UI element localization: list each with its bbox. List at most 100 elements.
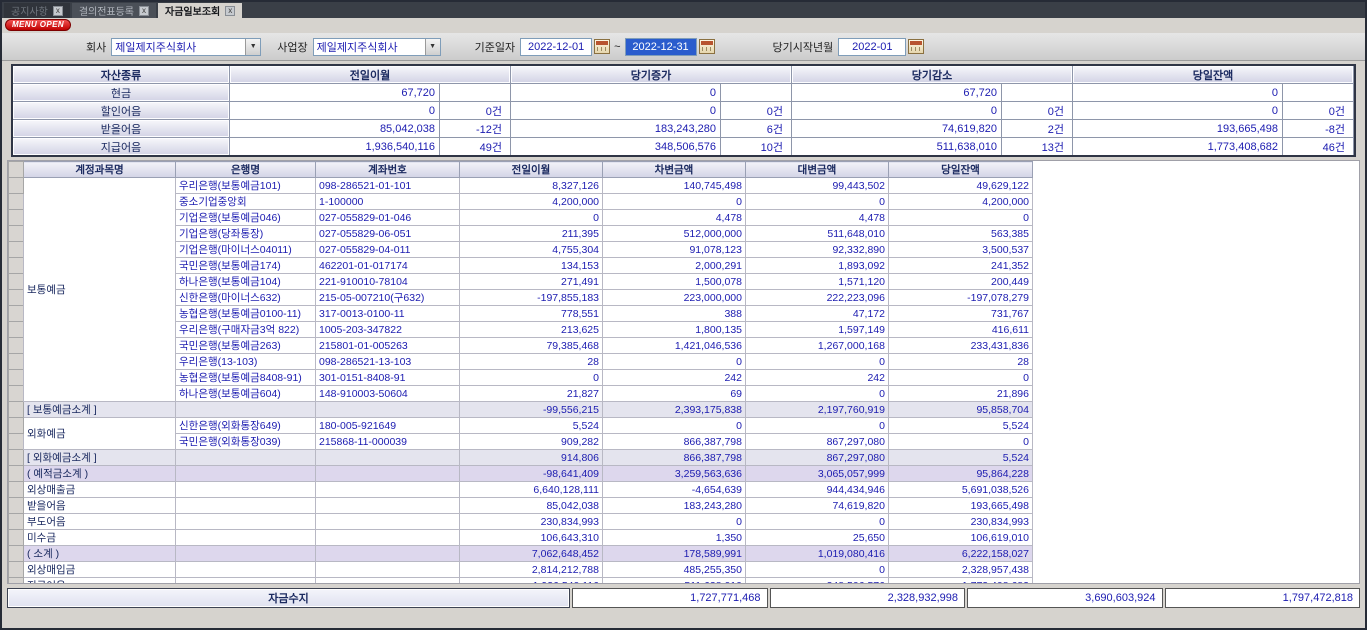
amount-cell[interactable]: 91,078,123: [603, 242, 746, 258]
amount-cell[interactable]: 5,691,038,526: [889, 482, 1033, 498]
account-no-cell[interactable]: 215-05-007210(구632): [316, 290, 460, 306]
amount-cell[interactable]: 213,625: [460, 322, 603, 338]
base-date-from-input[interactable]: [520, 38, 592, 56]
account-no-cell[interactable]: 215868-11-000039: [316, 434, 460, 450]
amount-cell[interactable]: 193,665,498: [889, 498, 1033, 514]
amount-cell[interactable]: 0: [889, 434, 1033, 450]
summary-row-label[interactable]: 현금: [13, 84, 229, 101]
amount-cell[interactable]: -98,641,409: [460, 466, 603, 482]
amount-cell[interactable]: 69: [603, 386, 746, 402]
amount-cell[interactable]: 95,864,228: [889, 466, 1033, 482]
amount-cell[interactable]: 866,387,798: [603, 434, 746, 450]
bank-name-cell[interactable]: 중소기업중앙회: [176, 194, 316, 210]
amount-cell[interactable]: 731,767: [889, 306, 1033, 322]
account-name-cell[interactable]: 외상매출금: [24, 482, 176, 498]
bank-name-cell[interactable]: 국민은행(보통예금263): [176, 338, 316, 354]
site-select[interactable]: 제일제지주식회사 ▼: [313, 38, 441, 56]
amount-cell[interactable]: 6,222,158,027: [889, 546, 1033, 562]
bank-name-cell[interactable]: 하나은행(보통예금104): [176, 274, 316, 290]
account-no-cell[interactable]: 462201-01-017174: [316, 258, 460, 274]
account-name-cell[interactable]: [ 외화예금소계 ]: [24, 450, 176, 466]
amount-cell[interactable]: 79,385,468: [460, 338, 603, 354]
calendar-icon[interactable]: [908, 39, 924, 54]
base-date-to-input[interactable]: [625, 38, 697, 56]
amount-cell[interactable]: 2,814,212,788: [460, 562, 603, 578]
row-indicator[interactable]: [9, 514, 24, 530]
account-name-cell[interactable]: ( 예적금소계 ): [24, 466, 176, 482]
amount-cell[interactable]: 914,806: [460, 450, 603, 466]
bank-name-cell[interactable]: 국민은행(보통예금174): [176, 258, 316, 274]
amount-cell[interactable]: 85,042,038: [460, 498, 603, 514]
row-indicator[interactable]: [9, 370, 24, 386]
row-indicator[interactable]: [9, 226, 24, 242]
row-indicator[interactable]: [9, 530, 24, 546]
account-no-cell[interactable]: 098-286521-01-101: [316, 178, 460, 194]
account-no-cell[interactable]: 1-100000: [316, 194, 460, 210]
bank-name-cell[interactable]: [176, 450, 316, 466]
tab-close-icon[interactable]: x: [225, 6, 235, 16]
calendar-icon[interactable]: [594, 39, 610, 54]
row-indicator[interactable]: [9, 546, 24, 562]
bank-name-cell[interactable]: 농협은행(보통예금8408-91): [176, 370, 316, 386]
amount-cell[interactable]: 1,773,408,682: [889, 578, 1033, 585]
amount-cell[interactable]: 7,062,648,452: [460, 546, 603, 562]
amount-cell[interactable]: 233,431,836: [889, 338, 1033, 354]
amount-cell[interactable]: 0: [460, 210, 603, 226]
bank-name-cell[interactable]: 농협은행(보통예금0100-11): [176, 306, 316, 322]
account-name-cell[interactable]: 받을어음: [24, 498, 176, 514]
amount-cell[interactable]: 1,936,540,116: [460, 578, 603, 585]
bank-name-cell[interactable]: [176, 546, 316, 562]
account-no-cell[interactable]: 317-0013-0100-11: [316, 306, 460, 322]
amount-cell[interactable]: 0: [746, 386, 889, 402]
amount-cell[interactable]: 866,387,798: [603, 450, 746, 466]
chevron-down-icon[interactable]: ▼: [425, 39, 440, 55]
amount-cell[interactable]: 4,755,304: [460, 242, 603, 258]
row-indicator[interactable]: [9, 418, 24, 434]
bank-name-cell[interactable]: 기업은행(마이너스04011): [176, 242, 316, 258]
bank-name-cell[interactable]: 기업은행(당좌통장): [176, 226, 316, 242]
account-no-cell[interactable]: [316, 530, 460, 546]
amount-cell[interactable]: 0: [603, 194, 746, 210]
amount-cell[interactable]: 99,443,502: [746, 178, 889, 194]
amount-cell[interactable]: 0: [746, 514, 889, 530]
amount-cell[interactable]: 867,297,080: [746, 434, 889, 450]
amount-cell[interactable]: 28: [889, 354, 1033, 370]
bank-name-cell[interactable]: [176, 466, 316, 482]
row-indicator[interactable]: [9, 338, 24, 354]
account-no-cell[interactable]: 180-005-921649: [316, 418, 460, 434]
amount-cell[interactable]: 21,896: [889, 386, 1033, 402]
amount-cell[interactable]: 0: [603, 354, 746, 370]
bank-name-cell[interactable]: [176, 578, 316, 585]
amount-cell[interactable]: 5,524: [889, 450, 1033, 466]
account-no-cell[interactable]: [316, 402, 460, 418]
amount-cell[interactable]: 230,834,993: [460, 514, 603, 530]
tab-notice[interactable]: 공지사항x: [4, 3, 70, 18]
amount-cell[interactable]: 0: [746, 194, 889, 210]
account-name-cell[interactable]: 외상매입금: [24, 562, 176, 578]
amount-cell[interactable]: 944,434,946: [746, 482, 889, 498]
bank-name-cell[interactable]: [176, 514, 316, 530]
amount-cell[interactable]: 106,643,310: [460, 530, 603, 546]
amount-cell[interactable]: 1,597,149: [746, 322, 889, 338]
amount-cell[interactable]: 3,500,537: [889, 242, 1033, 258]
amount-cell[interactable]: 140,745,498: [603, 178, 746, 194]
tab-resolution-slip-entry[interactable]: 결의전표등록x: [72, 3, 156, 18]
amount-cell[interactable]: 1,267,000,168: [746, 338, 889, 354]
amount-cell[interactable]: 416,611: [889, 322, 1033, 338]
row-indicator[interactable]: [9, 354, 24, 370]
amount-cell[interactable]: 1,571,120: [746, 274, 889, 290]
summary-row-label[interactable]: 받을어음: [13, 120, 229, 137]
amount-cell[interactable]: 74,619,820: [746, 498, 889, 514]
amount-cell[interactable]: 25,650: [746, 530, 889, 546]
account-no-cell[interactable]: [316, 450, 460, 466]
amount-cell[interactable]: 1,350: [603, 530, 746, 546]
summary-row-label[interactable]: 지급어음: [13, 138, 229, 155]
account-no-cell[interactable]: 027-055829-01-046: [316, 210, 460, 226]
amount-cell[interactable]: 3,259,563,636: [603, 466, 746, 482]
bank-name-cell[interactable]: 우리은행(구매자금3억 822): [176, 322, 316, 338]
row-indicator[interactable]: [9, 562, 24, 578]
amount-cell[interactable]: -4,654,639: [603, 482, 746, 498]
amount-cell[interactable]: 242: [746, 370, 889, 386]
amount-cell[interactable]: 1,893,092: [746, 258, 889, 274]
amount-cell[interactable]: 0: [603, 514, 746, 530]
